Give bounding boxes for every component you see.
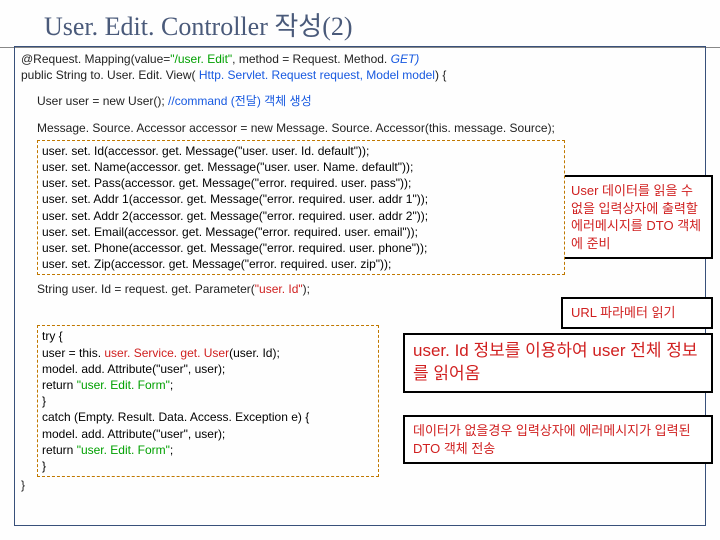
try-line: catch (Empty. Result. Data. Access. Exce… (42, 409, 374, 425)
setter-line: user. set. Pass(accessor. get. Message("… (42, 175, 560, 191)
decl-post: ) { (435, 68, 446, 82)
code-box: @Request. Mapping(value="/user. Edit", m… (14, 46, 706, 526)
setter-line: user. set. Zip(accessor. get. Message("e… (42, 256, 560, 272)
t7-pre: return (42, 443, 77, 457)
try-catch-box: try { user = this. user. Service. get. U… (37, 325, 379, 477)
try-line: return "user. Edit. Form"; (42, 442, 374, 458)
setter-line: user. set. Id(accessor. get. Message("us… (42, 143, 560, 159)
annotation-dto-prepare: User 데이터를 읽을 수 없을 입력상자에 출력할 에러메시지를 DTO 객… (561, 175, 713, 259)
command-pre: User user = new User(); (37, 94, 168, 108)
slide: User. Edit. Controller 작성(2) @Request. M… (0, 0, 720, 540)
annotation-url-param: URL 파라메터 읽기 (561, 297, 713, 329)
param-post: ); (303, 282, 310, 296)
setter-line: user. set. Phone(accessor. get. Message(… (42, 240, 560, 256)
mapping-get: GET) (391, 52, 420, 66)
method-signature: @Request. Mapping(value="/user. Edit", m… (15, 47, 705, 83)
setter-line: user. set. Email(accessor. get. Message(… (42, 224, 560, 240)
try-line: } (42, 393, 374, 409)
mapping-mid: , method = Request. Method. (232, 52, 390, 66)
try-line: try { (42, 328, 374, 344)
annotation-empty-dto: 데이터가 없을경우 입력상자에 에러메시지가 입력된 DTO 객체 전송 (403, 415, 713, 464)
slide-title: User. Edit. Controller 작성(2) (0, 0, 720, 48)
t1-post: (user. Id); (229, 346, 280, 360)
t3-val: "user. Edit. Form" (77, 378, 170, 392)
try-line: } (42, 458, 374, 474)
command-comment: //command (전달) 객체 생성 (168, 94, 312, 108)
accessor-line: Message. Source. Accessor accessor = new… (15, 110, 705, 136)
t1-pre: user = this. (42, 346, 104, 360)
mapping-pre: @Request. Mapping(value= (21, 52, 170, 66)
t7-val: "user. Edit. Form" (77, 443, 170, 457)
t7-post: ; (170, 443, 173, 457)
t3-pre: return (42, 378, 77, 392)
setter-line: user. set. Addr 2(accessor. get. Message… (42, 208, 560, 224)
t3-post: ; (170, 378, 173, 392)
try-line: model. add. Attribute("user", user); (42, 426, 374, 442)
decl-pre: public String to. User. Edit. View( (21, 68, 199, 82)
try-line: user = this. user. Service. get. User(us… (42, 345, 374, 361)
setters-box: user. set. Id(accessor. get. Message("us… (37, 140, 565, 276)
param-arg: "user. Id" (255, 282, 303, 296)
command-line: User user = new User(); //command (전달) 객… (15, 83, 705, 109)
setter-line: user. set. Addr 1(accessor. get. Message… (42, 191, 560, 207)
decl-params: Http. Servlet. Request request, Model mo… (199, 68, 435, 82)
setter-line: user. set. Name(accessor. get. Message("… (42, 159, 560, 175)
try-line: model. add. Attribute("user", user); (42, 361, 374, 377)
close-brace: } (15, 477, 705, 493)
param-pre: String user. Id = request. get. Paramete… (37, 282, 255, 296)
t1-svc: user. Service. get. User (104, 346, 229, 360)
mapping-value: "/user. Edit" (170, 52, 232, 66)
annotation-userid-read: user. Id 정보를 이용하여 user 전체 정보를 읽어옴 (403, 333, 713, 393)
get-parameter-line: String user. Id = request. get. Paramete… (15, 275, 705, 297)
try-line: return "user. Edit. Form"; (42, 377, 374, 393)
